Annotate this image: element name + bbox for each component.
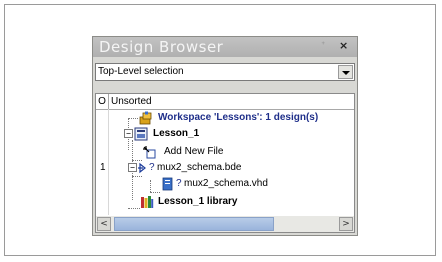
selection-dropdown[interactable]: Top-Level selection [95, 63, 355, 81]
schema-bde-label: mux2_schema.bde [157, 162, 242, 173]
scroll-right-icon[interactable]: > [339, 217, 353, 231]
collapse-icon[interactable]: − [124, 129, 133, 138]
tree-row-library[interactable]: Lesson_1 library [96, 194, 354, 210]
unknown-status-icon: ? [176, 178, 182, 189]
column-header-unsorted[interactable]: Unsorted [111, 94, 152, 109]
close-icon[interactable]: × [339, 39, 348, 52]
design-icon [134, 127, 148, 141]
horizontal-scrollbar[interactable]: < > [96, 216, 354, 232]
window-title: Design Browser [99, 38, 224, 56]
column-header: O Unsorted [96, 94, 354, 110]
design-browser-panel: Design Browser ᐩ × Top-Level selection O… [92, 36, 358, 236]
tree-connector [150, 192, 160, 193]
tree-row-design[interactable]: − Lesson_1 [96, 126, 354, 142]
design-tree[interactable]: O Unsorted Workspace 'Lessons': 1 design… [95, 93, 355, 233]
tree-row-schema-bde[interactable]: 1 − ? mux2_schema.bde [96, 160, 354, 176]
schema-vhd-label: mux2_schema.vhd [184, 178, 268, 189]
unknown-status-icon: ? [149, 162, 155, 173]
workspace-label: Workspace 'Lessons': 1 design(s) [158, 112, 319, 123]
titlebar[interactable]: Design Browser ᐩ × [93, 37, 357, 57]
vhdl-file-icon [162, 177, 173, 191]
scrollbar-thumb[interactable] [114, 217, 274, 231]
scroll-left-icon[interactable]: < [97, 217, 111, 231]
column-header-o[interactable]: O [96, 94, 109, 109]
add-file-icon [143, 146, 156, 159]
library-icon [141, 196, 154, 208]
add-new-file-label: Add New File [164, 146, 224, 157]
workspace-icon [139, 111, 152, 125]
tree-row-workspace[interactable]: Workspace 'Lessons': 1 design(s) [96, 110, 354, 126]
chevron-down-icon[interactable] [338, 65, 353, 79]
design-label: Lesson_1 [153, 128, 200, 139]
tree-row-schema-vhd[interactable]: ? mux2_schema.vhd [96, 176, 354, 192]
pin-icon[interactable]: ᐩ [321, 39, 325, 52]
tree-row-add-file[interactable]: Add New File [96, 144, 354, 160]
collapse-icon[interactable]: − [128, 163, 137, 172]
library-label: Lesson_1 library [158, 196, 238, 207]
dropdown-value: Top-Level selection [98, 66, 184, 77]
row-number: 1 [100, 162, 106, 173]
